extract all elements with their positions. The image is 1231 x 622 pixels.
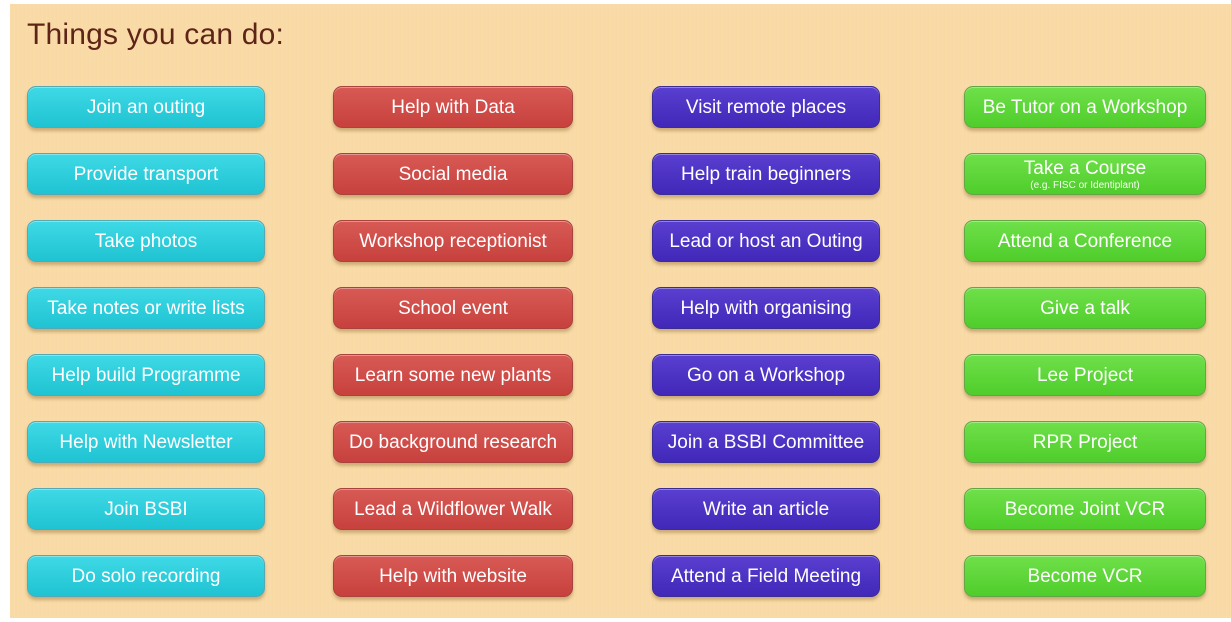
slide-panel: Things you can do: Join an outing Provid… <box>10 4 1231 618</box>
lead-or-host-outing-button[interactable]: Lead or host an Outing <box>652 220 880 262</box>
button-label: Give a talk <box>1040 297 1130 319</box>
button-label: Lead or host an Outing <box>669 230 863 252</box>
button-sublabel: (e.g. FISC or Identiplant) <box>1030 179 1140 191</box>
attend-field-meeting-button[interactable]: Attend a Field Meeting <box>652 555 880 597</box>
page-title: Things you can do: <box>27 18 285 51</box>
help-build-programme-button[interactable]: Help build Programme <box>27 354 265 396</box>
rpr-project-button[interactable]: RPR Project <box>964 421 1206 463</box>
button-label: Lead a Wildflower Walk <box>354 498 552 520</box>
join-an-outing-button[interactable]: Join an outing <box>27 86 265 128</box>
join-bsbi-committee-button[interactable]: Join a BSBI Committee <box>652 421 880 463</box>
give-a-talk-button[interactable]: Give a talk <box>964 287 1206 329</box>
lead-wildflower-walk-button[interactable]: Lead a Wildflower Walk <box>333 488 573 530</box>
help-with-data-button[interactable]: Help with Data <box>333 86 573 128</box>
button-label: Write an article <box>702 498 830 520</box>
button-label: Workshop receptionist <box>359 230 547 252</box>
social-media-button[interactable]: Social media <box>333 153 573 195</box>
button-label: Help build Programme <box>51 364 241 386</box>
workshop-receptionist-button[interactable]: Workshop receptionist <box>333 220 573 262</box>
button-label: Go on a Workshop <box>686 364 846 386</box>
help-with-organising-button[interactable]: Help with organising <box>652 287 880 329</box>
button-label: Join an outing <box>86 96 206 118</box>
button-label: Social media <box>398 163 508 185</box>
column-turquoise: Join an outing Provide transport Take ph… <box>27 86 265 622</box>
lee-project-button[interactable]: Lee Project <box>964 354 1206 396</box>
button-label: Lee Project <box>1036 364 1134 386</box>
button-label: Do solo recording <box>71 565 221 587</box>
help-train-beginners-button[interactable]: Help train beginners <box>652 153 880 195</box>
button-label: Help with Data <box>391 96 515 118</box>
button-label: RPR Project <box>1032 431 1138 453</box>
attend-conference-button[interactable]: Attend a Conference <box>964 220 1206 262</box>
take-a-course-button[interactable]: Take a Course (e.g. FISC or Identiplant) <box>964 153 1206 195</box>
button-label: Do background research <box>348 431 558 453</box>
provide-transport-button[interactable]: Provide transport <box>27 153 265 195</box>
button-label: Become VCR <box>1027 565 1143 587</box>
column-green: Be Tutor on a Workshop Take a Course (e.g… <box>964 86 1206 622</box>
do-solo-recording-button[interactable]: Do solo recording <box>27 555 265 597</box>
button-label: School event <box>398 297 508 319</box>
button-label: Take notes or write lists <box>47 297 245 319</box>
button-label: Visit remote places <box>685 96 847 118</box>
background-research-button[interactable]: Do background research <box>333 421 573 463</box>
button-label: Take a Course <box>1023 157 1147 179</box>
school-event-button[interactable]: School event <box>333 287 573 329</box>
button-label: Be Tutor on a Workshop <box>982 96 1188 118</box>
button-label: Learn some new plants <box>354 364 552 386</box>
take-photos-button[interactable]: Take photos <box>27 220 265 262</box>
help-with-website-button[interactable]: Help with website <box>333 555 573 597</box>
become-joint-vcr-button[interactable]: Become Joint VCR <box>964 488 1206 530</box>
button-label: Join BSBI <box>104 498 188 520</box>
button-label: Become Joint VCR <box>1004 498 1166 520</box>
column-red: Help with Data Social media Workshop rec… <box>333 86 573 622</box>
column-purple: Visit remote places Help train beginners… <box>652 86 880 622</box>
go-on-workshop-button[interactable]: Go on a Workshop <box>652 354 880 396</box>
learn-new-plants-button[interactable]: Learn some new plants <box>333 354 573 396</box>
visit-remote-places-button[interactable]: Visit remote places <box>652 86 880 128</box>
button-label: Provide transport <box>73 163 219 185</box>
be-tutor-button[interactable]: Be Tutor on a Workshop <box>964 86 1206 128</box>
button-label: Help with Newsletter <box>59 431 233 453</box>
become-vcr-button[interactable]: Become VCR <box>964 555 1206 597</box>
button-label: Help with website <box>379 565 527 587</box>
button-label: Attend a Field Meeting <box>670 565 862 587</box>
help-with-newsletter-button[interactable]: Help with Newsletter <box>27 421 265 463</box>
button-label: Help train beginners <box>680 163 852 185</box>
button-label: Take photos <box>94 230 198 252</box>
button-label: Help with organising <box>680 297 852 319</box>
write-an-article-button[interactable]: Write an article <box>652 488 880 530</box>
join-bsbi-button[interactable]: Join BSBI <box>27 488 265 530</box>
button-label: Attend a Conference <box>997 230 1173 252</box>
button-label: Join a BSBI Committee <box>667 431 865 453</box>
take-notes-button[interactable]: Take notes or write lists <box>27 287 265 329</box>
